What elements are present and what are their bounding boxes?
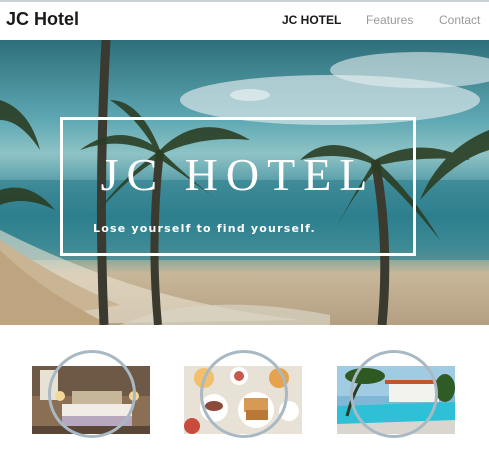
feature-ring-3 [350, 350, 438, 438]
feature-ring-2 [200, 350, 288, 438]
nav-link-contact[interactable]: Contact [439, 13, 480, 27]
hero-banner: JC HOTEL Lose yourself to find yourself. [0, 40, 489, 325]
hero-tagline: Lose yourself to find yourself. [93, 222, 316, 235]
navbar: JC Hotel JC HOTEL Features Contact [0, 0, 489, 38]
brand-logo-link[interactable]: JC Hotel [6, 9, 79, 30]
hero-title: JC HOTEL [100, 149, 376, 200]
feature-ring-1 [48, 350, 136, 438]
hero-title-frame: JC HOTEL Lose yourself to find yourself. [60, 117, 416, 256]
nav-link-jc-hotel[interactable]: JC HOTEL [282, 13, 341, 27]
nav-link-features[interactable]: Features [366, 13, 413, 27]
